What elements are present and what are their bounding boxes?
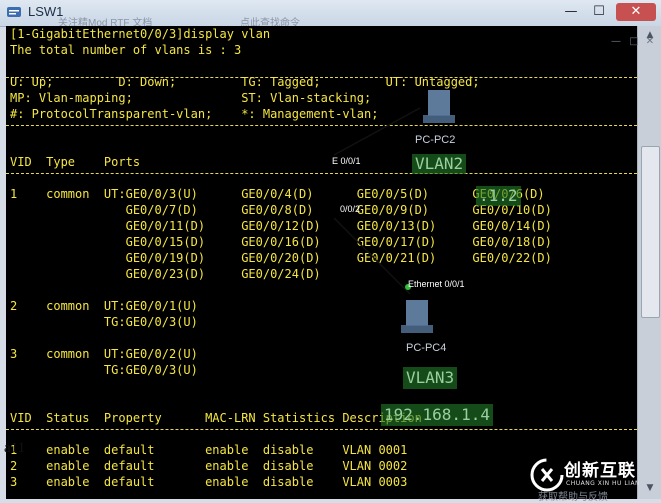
pc4-label: PC-PC4 xyxy=(406,342,447,354)
minimize-button[interactable]: — xyxy=(560,3,582,21)
vertical-scrollbar[interactable]: ▲ ▼ xyxy=(637,26,661,499)
switch-app-icon xyxy=(7,7,21,17)
terminal-line: 2 common UT:GE0/0/1(U) xyxy=(10,299,198,313)
brand-name: 创新互联 xyxy=(564,461,636,481)
terminal-line: TG:GE0/0/3(U) xyxy=(10,315,198,329)
vlan2-tag: VLAN2 xyxy=(412,154,467,174)
terminal-line: #: ProtocolTransparent-vlan; *: Manageme… xyxy=(10,107,379,121)
port-label-ethernet001: Ethernet 0/0/1 xyxy=(408,279,465,289)
terminal-line: [1-GigabitEthernet0/0/3]display vlan xyxy=(10,27,271,41)
terminal-line: GE0/0/23(D) GE0/0/24(D) xyxy=(10,267,321,281)
aux-close-icon[interactable]: ✕ xyxy=(642,36,658,47)
stray-text: a11 xyxy=(4,440,26,456)
pc2-label: PC-PC2 xyxy=(415,134,456,146)
terminal-line: VID Type Ports xyxy=(10,155,141,169)
terminal-line: MP: Vlan-mapping; ST: Vlan-stacking; xyxy=(10,91,372,105)
brand-subtitle: CHUANG XIN HU LIAN xyxy=(566,480,641,487)
brand-logo-icon xyxy=(530,458,564,492)
terminal-line: VID Status Property MAC-LRN Statistics D… xyxy=(10,411,422,425)
terminal-line: 1 enable default enable disable VLAN 000… xyxy=(10,443,408,457)
terminal-line: GE0/0/7(D) GE0/0/8(D) GE0/0/9(D) GE0/0/1… xyxy=(10,203,552,217)
aux-minimize-icon[interactable]: — xyxy=(608,36,624,47)
ip-fragment-tag: .1.2 xyxy=(476,186,521,206)
terminal-line: 1 common UT:GE0/0/3(U) GE0/0/4(D) GE0/0/… xyxy=(10,187,545,201)
port-label-002: 0/0/2 xyxy=(340,204,361,214)
scroll-thumb[interactable] xyxy=(641,146,660,318)
vlan3-tag: VLAN3 xyxy=(403,367,458,389)
maximize-button[interactable]: ☐ xyxy=(588,3,610,21)
port-label-e001: E 0/0/1 xyxy=(332,156,361,166)
terminal-line: GE0/0/19(D) GE0/0/20(D) GE0/0/21(D) GE0/… xyxy=(10,251,552,265)
ghost-feedback-text: 获取帮助与反馈 xyxy=(538,492,608,503)
separator-line xyxy=(6,173,637,174)
terminal-line: 3 common UT:GE0/0/2(U) xyxy=(10,347,198,361)
terminal-line: TG:GE0/0/3(U) xyxy=(10,363,198,377)
terminal-line: U: Up; D: Down; TG: Tagged; UT: Untagged… xyxy=(10,75,480,89)
terminal-line: The total number of vlans is : 3 xyxy=(10,43,242,57)
terminal-line: 2 enable default enable disable VLAN 000… xyxy=(10,459,408,473)
terminal-line: 3 enable default enable disable VLAN 000… xyxy=(10,475,408,489)
terminal-line: GE0/0/15(D) GE0/0/16(D) GE0/0/17(D) GE0/… xyxy=(10,235,552,249)
terminal-console[interactable]: [1-GigabitEthernet0/0/3]display vlan The … xyxy=(6,26,637,499)
title-bar: LSW1 关注精Mod RTF 文档 点此查找命令 — ☐ ✕ xyxy=(0,0,661,29)
separator-line xyxy=(6,125,637,126)
terminal-line: GE0/0/11(D) GE0/0/12(D) GE0/0/13(D) GE0/… xyxy=(10,219,552,233)
ip-address-tag: 192.168.1.4 xyxy=(381,404,493,426)
separator-line xyxy=(6,429,637,430)
aux-maximize-icon[interactable]: □ xyxy=(626,36,642,47)
close-button[interactable]: ✕ xyxy=(616,3,656,21)
